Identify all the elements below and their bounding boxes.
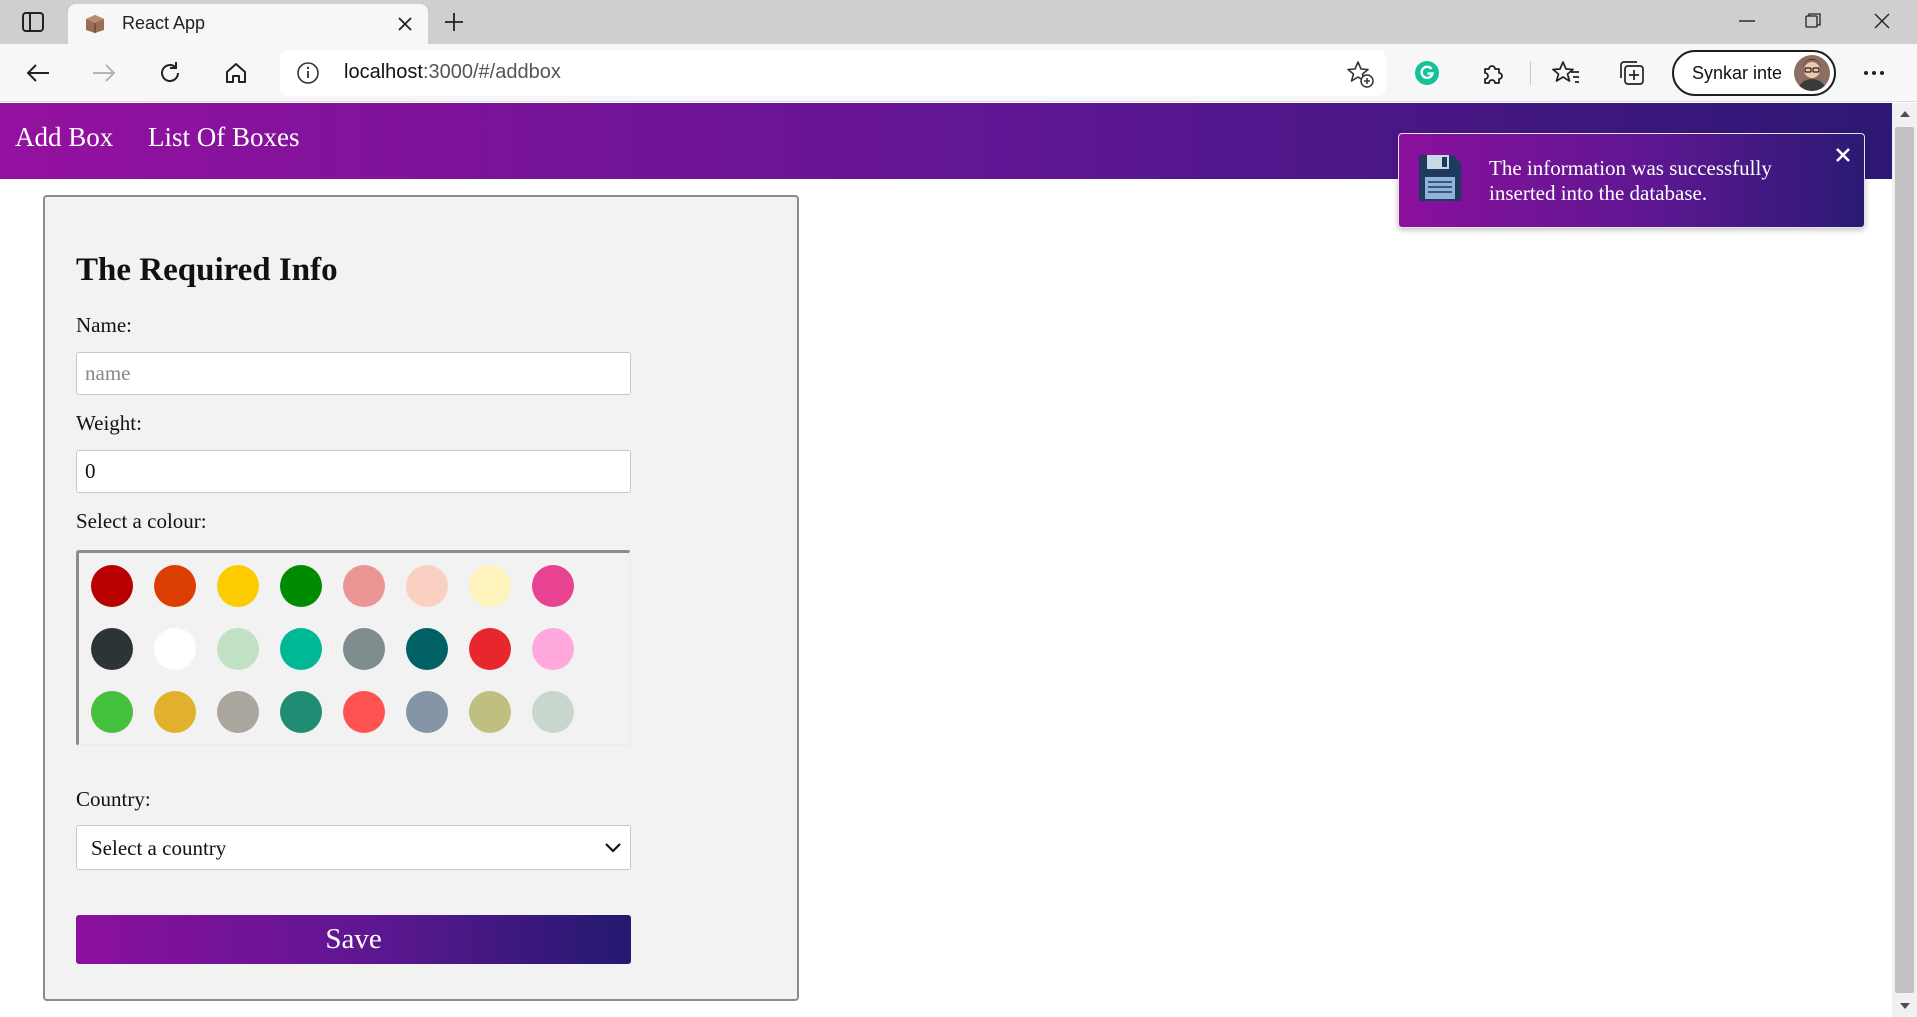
toast-message: The information was successfully inserte… xyxy=(1489,156,1772,205)
scrollbar-thumb[interactable] xyxy=(1895,127,1914,993)
colour-swatch[interactable] xyxy=(154,565,196,607)
avatar xyxy=(1794,55,1830,91)
browser-toolbar: localhost:3000/#/addbox Synkar inte xyxy=(0,44,1917,102)
save-button[interactable]: Save xyxy=(76,915,631,964)
profile-label: Synkar inte xyxy=(1692,63,1783,83)
toast-close-icon[interactable] xyxy=(1832,144,1854,166)
colour-swatch[interactable] xyxy=(469,565,511,607)
colour-swatch[interactable] xyxy=(217,691,259,733)
colour-swatch[interactable] xyxy=(469,628,511,670)
toolbar-divider xyxy=(1530,61,1531,85)
nav-link-add-box[interactable]: Add Box xyxy=(15,122,113,153)
favorites-icon[interactable] xyxy=(1550,57,1582,89)
add-box-form: The Required Info Name: Weight: Select a… xyxy=(43,195,799,1001)
extensions-icon[interactable] xyxy=(1477,57,1509,89)
sidebar-toggle-icon[interactable] xyxy=(18,9,48,35)
colour-swatch[interactable] xyxy=(532,565,574,607)
nav-link-list-of-boxes[interactable]: List Of Boxes xyxy=(148,122,300,153)
address-bar[interactable]: localhost:3000/#/addbox xyxy=(280,50,1386,96)
box-favicon-icon xyxy=(84,14,106,34)
new-tab-icon[interactable] xyxy=(440,8,468,36)
more-options-icon[interactable] xyxy=(1858,57,1890,89)
tab-title: React App xyxy=(122,13,206,33)
site-info-icon[interactable] xyxy=(296,61,320,85)
close-window-icon[interactable] xyxy=(1862,6,1902,36)
colour-swatch[interactable] xyxy=(91,565,133,607)
form-title: The Required Info xyxy=(76,252,338,288)
back-icon[interactable] xyxy=(20,55,56,91)
add-favorite-icon[interactable] xyxy=(1346,60,1374,88)
weight-label: Weight: xyxy=(76,411,142,435)
scroll-down-icon[interactable] xyxy=(1892,995,1917,1017)
tab-close-icon[interactable] xyxy=(394,13,416,35)
colour-swatch[interactable] xyxy=(154,691,196,733)
collections-icon[interactable] xyxy=(1616,57,1648,89)
profile-button[interactable]: Synkar inte xyxy=(1672,50,1836,96)
colour-swatch[interactable] xyxy=(532,691,574,733)
chevron-down-icon xyxy=(605,843,621,853)
restore-icon[interactable] xyxy=(1793,6,1833,36)
colour-swatch[interactable] xyxy=(406,628,448,670)
colour-swatch[interactable] xyxy=(406,565,448,607)
scroll-up-icon[interactable] xyxy=(1892,103,1917,125)
colour-swatch[interactable] xyxy=(343,691,385,733)
colour-swatch[interactable] xyxy=(532,628,574,670)
colour-swatch[interactable] xyxy=(217,628,259,670)
country-select-value: Select a country xyxy=(91,836,227,860)
forward-icon[interactable] xyxy=(86,55,122,91)
reload-icon[interactable] xyxy=(152,55,188,91)
name-label: Name: xyxy=(76,313,132,337)
colour-swatch[interactable] xyxy=(154,628,196,670)
success-toast: The information was successfully inserte… xyxy=(1398,133,1865,228)
minimize-icon[interactable] xyxy=(1727,6,1767,36)
colour-swatch[interactable] xyxy=(280,691,322,733)
colour-swatch[interactable] xyxy=(91,628,133,670)
weight-input[interactable] xyxy=(76,450,631,493)
colour-swatch[interactable] xyxy=(280,628,322,670)
colour-swatch[interactable] xyxy=(469,691,511,733)
colour-swatch[interactable] xyxy=(343,628,385,670)
url-host: localhost xyxy=(344,61,423,83)
colour-swatch[interactable] xyxy=(343,565,385,607)
colour-label: Select a colour: xyxy=(76,509,207,533)
country-label: Country: xyxy=(76,787,151,811)
name-input[interactable] xyxy=(76,352,631,395)
colour-swatch[interactable] xyxy=(91,691,133,733)
home-icon[interactable] xyxy=(218,55,254,91)
browser-titlebar: React App xyxy=(0,0,1917,44)
colour-picker xyxy=(76,550,631,746)
url-path: :3000/#/addbox xyxy=(422,61,561,83)
page-viewport: Add Box List Of Boxes The Required Info … xyxy=(0,103,1892,1017)
url-text[interactable]: localhost:3000/#/addbox xyxy=(344,61,561,84)
grammarly-icon[interactable] xyxy=(1411,57,1443,89)
page-scrollbar[interactable] xyxy=(1892,103,1917,1017)
country-select[interactable]: Select a country xyxy=(76,825,631,870)
colour-swatch[interactable] xyxy=(406,691,448,733)
save-floppy-icon xyxy=(1417,153,1463,203)
colour-swatch[interactable] xyxy=(280,565,322,607)
colour-swatch[interactable] xyxy=(217,565,259,607)
browser-tab[interactable]: React App xyxy=(68,4,428,44)
